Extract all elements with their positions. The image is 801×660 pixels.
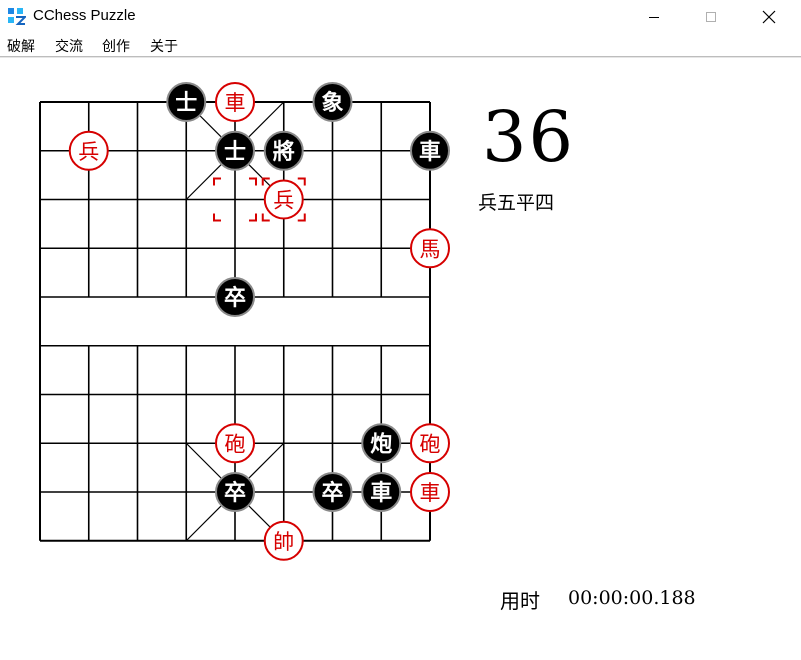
- piece-label: 卒: [224, 480, 246, 506]
- black-piece[interactable]: 士: [215, 130, 255, 171]
- red-piece[interactable]: 兵: [263, 179, 304, 220]
- elapsed-time-label: 用时: [500, 589, 540, 613]
- black-piece[interactable]: 士: [166, 82, 207, 122]
- last-move-notation: 兵五平四: [478, 192, 555, 214]
- red-piece[interactable]: 帥: [263, 520, 304, 561]
- red-piece[interactable]: 砲: [215, 423, 255, 464]
- piece-label: 卒: [224, 285, 246, 311]
- red-piece[interactable]: 車: [410, 472, 450, 512]
- black-piece[interactable]: 卒: [312, 472, 353, 512]
- piece-label: 卒: [321, 480, 343, 506]
- piece-label: 砲: [420, 432, 441, 456]
- elapsed-time-value: 00:00:00.188: [568, 587, 696, 609]
- piece-label: 車: [225, 91, 246, 115]
- piece-label: 帥: [273, 530, 294, 554]
- red-piece[interactable]: 砲: [410, 423, 450, 464]
- black-piece[interactable]: 卒: [215, 277, 255, 317]
- red-piece[interactable]: 馬: [410, 228, 450, 269]
- red-piece[interactable]: 兵: [68, 130, 109, 171]
- piece-label: 士: [224, 140, 246, 165]
- black-piece[interactable]: 車: [361, 472, 402, 512]
- piece-layer: 士車象兵士將車兵馬卒砲炮砲卒卒車車帥: [68, 82, 450, 561]
- black-piece[interactable]: 卒: [215, 472, 255, 512]
- black-piece[interactable]: 炮: [361, 423, 402, 464]
- piece-label: 炮: [370, 431, 392, 457]
- piece-label: 車: [420, 481, 441, 505]
- piece-label: 兵: [273, 189, 294, 213]
- piece-label: 車: [370, 481, 392, 506]
- chess-board[interactable]: 士車象兵士將車兵馬卒砲炮砲卒卒車車帥: [0, 0, 801, 660]
- red-piece[interactable]: 車: [215, 82, 255, 122]
- black-piece[interactable]: 車: [410, 130, 450, 171]
- black-piece[interactable]: 象: [312, 82, 353, 122]
- piece-label: 兵: [78, 140, 99, 164]
- piece-label: 士: [175, 91, 197, 116]
- piece-label: 砲: [225, 432, 246, 456]
- piece-label: 車: [419, 140, 441, 165]
- piece-label: 將: [273, 140, 295, 165]
- black-piece[interactable]: 將: [263, 130, 304, 171]
- piece-label: 象: [321, 90, 343, 116]
- move-number: 36: [482, 96, 576, 178]
- piece-label: 馬: [420, 237, 441, 261]
